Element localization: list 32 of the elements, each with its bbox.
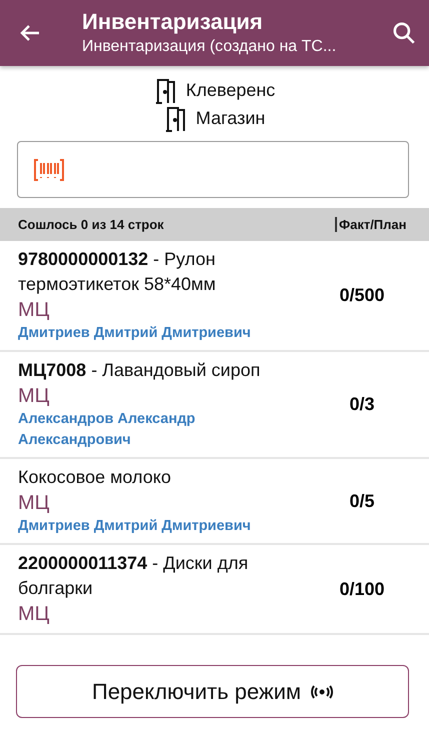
unit-label: МЦ [18, 384, 50, 409]
location-label: Магазин [196, 108, 266, 129]
location-label: Клеверенс [186, 80, 276, 101]
item-row[interactable]: Кокосовое молоко МЦ Дмитриев Дмитрий Дмитриевич 0/5 [0, 459, 429, 545]
barcode-scan-icon [34, 158, 64, 182]
quantity: 0/500 [338, 285, 386, 306]
switch-mode-button[interactable]: Переключить режим [16, 665, 409, 718]
person-name: Дмитриев Дмитрий Дмитриевич [18, 324, 252, 343]
item-row[interactable]: 2200000011374 - Диски для болгарки МЦ 0/100 [0, 545, 429, 635]
person-name: Дмитриев Дмитрий Дмитриевич [18, 517, 252, 536]
screen-subtitle: Инвентаризация (создано на ТС... [82, 37, 338, 57]
signal-icon [311, 684, 333, 698]
matched-count: Сошлось 0 из 14 строк [18, 217, 165, 232]
screen-title: Инвентаризация [82, 8, 264, 36]
column-header: Факт/План [335, 217, 411, 232]
item-name: МЦ7008 - Лавандовый сироп [18, 359, 262, 382]
search-icon[interactable] [391, 20, 417, 46]
quantity: 0/100 [338, 578, 386, 600]
unit-label: МЦ [18, 491, 50, 516]
barcode-field[interactable] [17, 141, 409, 198]
unit-label: МЦ [18, 602, 50, 627]
item-row[interactable]: 9780000000132 - Рулон термоэтикеток 58*40мм МЦ Дмитриев Дмитрий Дмитриевич 0/500 [0, 241, 429, 352]
item-name: 9780000000132 - Рулон термоэтикеток 58*40мм [18, 248, 217, 296]
door-icon [154, 78, 178, 104]
item-name: 2200000011374 - Диски для болгарки [18, 552, 250, 600]
quantity: 0/3 [348, 394, 376, 415]
person-name: Александров Александр Александрович [18, 410, 196, 450]
item-name: Кокосовое молоко [18, 466, 172, 489]
item-row[interactable]: МЦ7008 - Лавандовый сироп МЦ Александров Александр Александрович 0/3 [0, 352, 429, 459]
door-icon [164, 106, 188, 132]
quantity: 0/5 [348, 490, 376, 512]
unit-label: МЦ [18, 298, 50, 323]
